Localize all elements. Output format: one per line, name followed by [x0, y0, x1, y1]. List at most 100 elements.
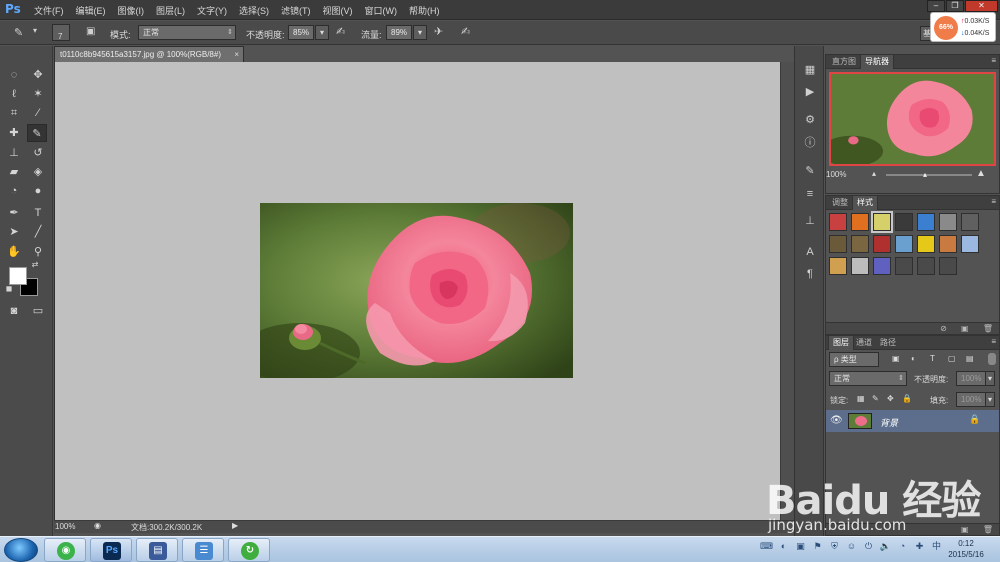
- pen-tool-icon[interactable]: ✒: [4, 204, 24, 222]
- filter-toggle[interactable]: [988, 353, 996, 365]
- history-panel-icon[interactable]: ▦: [802, 62, 818, 78]
- zoom-in-icon[interactable]: ▲: [976, 168, 986, 179]
- status-arrow-icon[interactable]: ▶: [232, 521, 238, 530]
- type-tool-icon[interactable]: T: [28, 204, 48, 222]
- brush-panel-toggle-icon[interactable]: ▣: [86, 26, 95, 37]
- panel-menu-icon[interactable]: ≡: [991, 197, 996, 206]
- menu-help[interactable]: 帮助(H): [409, 4, 440, 17]
- navigator-zoom-value[interactable]: 100%: [826, 170, 846, 179]
- restore-button[interactable]: ❐: [946, 0, 964, 12]
- style-swatch[interactable]: [873, 257, 891, 275]
- layer-name[interactable]: 背景: [880, 416, 898, 429]
- menu-file[interactable]: 文件(F): [34, 4, 64, 17]
- status-zoom[interactable]: 100%: [55, 522, 75, 531]
- zoom-slider[interactable]: [886, 174, 972, 176]
- history-brush-tool-icon[interactable]: ↺: [28, 144, 48, 162]
- panel-menu-icon[interactable]: ≡: [991, 56, 996, 65]
- foreground-color-swatch[interactable]: [9, 267, 27, 285]
- filter-adjustment-icon[interactable]: ◐: [911, 354, 916, 363]
- blend-mode-select[interactable]: 正常 ⇕: [829, 371, 907, 386]
- document-tab[interactable]: t0110c8b945615a3157.jpg @ 100%(RGB/8#) ×: [54, 46, 244, 62]
- chevron-down-icon[interactable]: ▾: [33, 26, 37, 35]
- lock-position-icon[interactable]: ✥: [887, 394, 894, 403]
- close-tab-icon[interactable]: ×: [234, 47, 239, 62]
- eraser-tool-icon[interactable]: ▰: [4, 163, 24, 181]
- move-tool-icon[interactable]: ✥: [28, 66, 48, 84]
- keyboard-icon[interactable]: ⌨: [760, 540, 773, 553]
- rose-image[interactable]: [260, 203, 573, 378]
- menu-edit[interactable]: 编辑(E): [76, 4, 106, 17]
- opacity-input[interactable]: 85%: [288, 25, 314, 40]
- dodge-tool-icon[interactable]: ●: [28, 182, 48, 200]
- network-tray-icon[interactable]: ◐: [777, 540, 790, 553]
- marquee-tool-icon[interactable]: ◌: [4, 66, 24, 84]
- taskbar-app-browser[interactable]: ◉: [44, 538, 86, 562]
- character-panel-icon[interactable]: A: [802, 244, 818, 260]
- wifi-icon[interactable]: ◔: [896, 540, 909, 553]
- style-swatch[interactable]: [961, 235, 979, 253]
- opacity-dropdown-button[interactable]: ▾: [315, 25, 329, 40]
- eyedropper-tool-icon[interactable]: ⁄: [28, 104, 48, 122]
- menu-view[interactable]: 视图(V): [323, 4, 353, 17]
- tab-adjustments[interactable]: 调整: [828, 196, 852, 210]
- info-panel-icon[interactable]: ⓘ: [802, 135, 818, 151]
- flow-dropdown-button[interactable]: ▾: [413, 25, 427, 40]
- screen-mode-icon[interactable]: ▭: [28, 302, 48, 320]
- style-swatch[interactable]: [939, 257, 957, 275]
- actions-panel-icon[interactable]: ▶: [802, 84, 818, 100]
- fill-input[interactable]: 100%: [956, 392, 986, 407]
- style-swatch[interactable]: [829, 235, 847, 253]
- style-swatch[interactable]: [851, 257, 869, 275]
- style-swatch[interactable]: [871, 211, 893, 233]
- tab-channels[interactable]: 通道: [852, 336, 876, 350]
- new-style-icon[interactable]: ▣: [961, 324, 969, 333]
- vertical-scrollbar[interactable]: [780, 62, 794, 520]
- crop-tool-icon[interactable]: ⌗: [4, 104, 24, 122]
- lock-all-icon[interactable]: 🔒: [902, 394, 912, 403]
- qq-icon[interactable]: ☺: [845, 540, 858, 553]
- lock-transparent-icon[interactable]: ▦: [857, 394, 865, 403]
- properties-panel-icon[interactable]: ⚙: [802, 112, 818, 128]
- tab-layers[interactable]: 图层: [828, 336, 854, 350]
- zoom-slider-thumb[interactable]: ▴: [923, 170, 927, 179]
- tab-histogram[interactable]: 直方图: [828, 55, 860, 69]
- layer-opacity-input[interactable]: 100%: [956, 371, 986, 386]
- style-swatch[interactable]: [917, 257, 935, 275]
- tab-navigator[interactable]: 导航器: [860, 55, 894, 69]
- clone-stamp-tool-icon[interactable]: ⊥: [4, 144, 24, 162]
- delete-style-icon[interactable]: 🗑: [983, 324, 993, 333]
- style-swatch[interactable]: [895, 213, 913, 231]
- brush-presets-panel-icon[interactable]: ✎: [802, 163, 818, 179]
- lock-pixels-icon[interactable]: ✎: [872, 394, 879, 403]
- brush-tool-icon[interactable]: ✎: [27, 124, 47, 142]
- brush-size-picker[interactable]: 7: [52, 24, 70, 41]
- layer-opacity-dropdown[interactable]: ▾: [985, 371, 995, 386]
- default-colors-icon[interactable]: ◼: [4, 284, 14, 294]
- menu-image[interactable]: 图像(I): [118, 4, 145, 17]
- style-swatch[interactable]: [961, 213, 979, 231]
- lasso-tool-icon[interactable]: ℓ: [4, 85, 24, 103]
- eye-icon[interactable]: 👁: [830, 415, 843, 426]
- flag-icon[interactable]: ⚑: [811, 540, 824, 553]
- menu-filter[interactable]: 滤镜(T): [281, 4, 311, 17]
- pressure-size-icon[interactable]: ✍: [461, 25, 470, 38]
- shield-icon[interactable]: ⛨: [828, 540, 841, 553]
- fill-dropdown[interactable]: ▾: [985, 392, 995, 407]
- status-info-icon[interactable]: ◉: [94, 521, 101, 530]
- layer-row-background[interactable]: 👁 背景 🔒: [826, 410, 999, 432]
- taskbar-app-media[interactable]: ▤: [136, 538, 178, 562]
- power-icon[interactable]: ⏻: [862, 540, 875, 553]
- zoom-tool-icon[interactable]: ⚲: [28, 243, 48, 261]
- quick-mask-icon[interactable]: ◙: [4, 302, 24, 320]
- volume-icon[interactable]: 🔈: [879, 540, 892, 553]
- panel-menu-icon[interactable]: ≡: [991, 337, 996, 346]
- style-swatch[interactable]: [917, 235, 935, 253]
- paint-bucket-tool-icon[interactable]: ◈: [28, 163, 48, 181]
- filter-pixel-icon[interactable]: ▣: [892, 354, 900, 363]
- clear-style-icon[interactable]: ⊘: [940, 324, 947, 333]
- taskbar-app-update[interactable]: ↻: [228, 538, 270, 562]
- clone-source-panel-icon[interactable]: ⊥: [802, 213, 818, 229]
- style-swatch[interactable]: [939, 235, 957, 253]
- taskbar-app-photoshop[interactable]: Ps: [90, 538, 132, 562]
- paragraph-panel-icon[interactable]: ¶: [802, 266, 818, 282]
